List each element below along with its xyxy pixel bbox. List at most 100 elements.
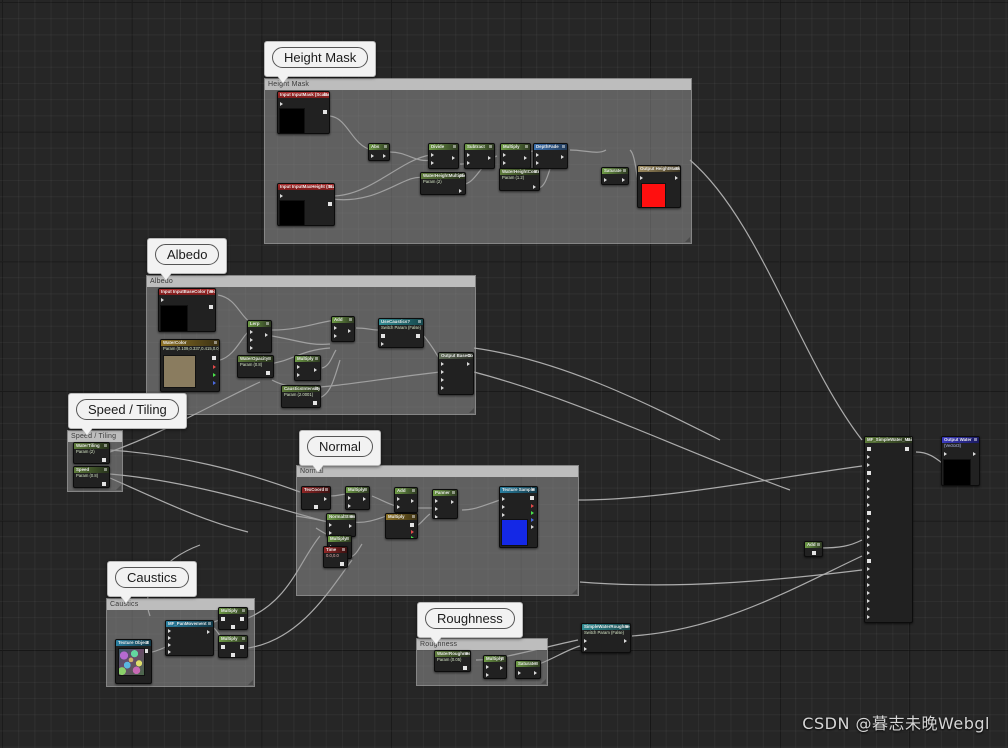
node-collapse-icon[interactable] [525, 145, 528, 148]
input-pin-14[interactable] [867, 551, 870, 555]
input-pin-9[interactable] [867, 511, 871, 516]
node-texcoord[interactable]: TexCoord [301, 486, 331, 510]
output-pin[interactable] [240, 617, 244, 622]
input-pin-a[interactable] [536, 153, 539, 157]
input-pin-a[interactable] [467, 153, 470, 157]
input-pin[interactable] [280, 194, 283, 198]
input-pin-1[interactable] [168, 629, 171, 633]
output-pin[interactable] [102, 481, 106, 486]
node-multiply-roughness[interactable]: Multiply [483, 655, 507, 679]
input-pin-a[interactable] [397, 497, 400, 501]
node-causticsintensity[interactable]: CausticsIntensity Param (2.0001) [281, 385, 321, 408]
input-pin[interactable] [161, 298, 164, 302]
input-pin[interactable] [944, 451, 947, 456]
node-multiply-hm[interactable]: Multiply [500, 143, 531, 169]
node-subtract[interactable]: Subtract [464, 143, 495, 169]
node-collapse-icon[interactable] [210, 290, 213, 293]
output-pin[interactable] [324, 497, 327, 501]
node-collapse-icon[interactable] [350, 515, 353, 518]
input-pin-3[interactable] [867, 463, 870, 467]
output-pin[interactable] [102, 457, 106, 462]
output-pin[interactable] [383, 154, 386, 158]
node-watertiling[interactable]: WaterTiling Param (2) [73, 442, 110, 464]
node-collapse-icon[interactable] [460, 174, 463, 177]
node-collapse-icon[interactable] [501, 657, 504, 660]
resize-grip[interactable] [685, 237, 690, 242]
resize-grip[interactable] [541, 679, 546, 684]
node-waterheightcontrast[interactable]: WaterHeightContrast Param (1.2) [499, 168, 540, 191]
input-pin[interactable] [441, 362, 444, 366]
input-pin-5[interactable] [867, 479, 870, 483]
node-mf-panmovement[interactable]: MF_PanMovement [165, 620, 214, 656]
node-waterroughness-param[interactable]: WaterRoughness Param (0.05) [434, 650, 471, 672]
node-collapse-icon[interactable] [315, 387, 318, 390]
input-pin-coord[interactable] [435, 499, 438, 503]
node-collapse-icon[interactable] [104, 444, 107, 447]
input-pin-speed[interactable] [435, 515, 438, 518]
output-pin[interactable] [323, 110, 327, 115]
input-pin-17[interactable] [867, 575, 870, 579]
resize-grip[interactable] [248, 680, 253, 685]
node-output-water[interactable]: Output Water (Vector3) [941, 436, 980, 486]
input-pin-a[interactable] [221, 617, 225, 622]
output-pin[interactable] [328, 202, 332, 207]
input-pin-12[interactable] [867, 535, 870, 539]
node-collapse-icon[interactable] [266, 322, 269, 325]
node-collapse-icon[interactable] [465, 652, 468, 655]
node-divide[interactable]: Divide [428, 143, 459, 169]
input-pin-time[interactable] [435, 507, 438, 511]
input-pin-b[interactable] [503, 161, 506, 165]
input-pin-a[interactable] [250, 330, 253, 334]
node-wateropacity[interactable]: WaterOpacity Param (0.8) [237, 355, 274, 378]
input-pin-b[interactable] [536, 161, 539, 165]
extra-pin[interactable] [314, 505, 318, 509]
input-pin-16[interactable] [867, 567, 870, 571]
node-collapse-icon[interactable] [146, 641, 149, 644]
node-collapse-icon[interactable] [562, 145, 565, 148]
input-pin-b[interactable] [334, 334, 337, 338]
input-pin-b[interactable] [431, 161, 434, 165]
output-pin[interactable] [905, 447, 909, 452]
callout-speed-tiling[interactable]: Speed / Tiling [68, 393, 187, 435]
input-pin-6[interactable] [867, 487, 870, 491]
callout-albedo[interactable]: Albedo [147, 238, 228, 280]
output-pin[interactable] [240, 645, 244, 650]
output-pin[interactable] [207, 630, 210, 634]
node-collapse-icon[interactable] [315, 357, 318, 360]
output-pin-rgb[interactable] [212, 355, 216, 360]
node-waterheightmultiplier[interactable]: WaterHeightMultiplier Param (2) [420, 172, 466, 195]
input-pin-15[interactable] [867, 559, 871, 564]
input-pin-b[interactable] [584, 646, 587, 651]
node-depthfade[interactable]: DepthFade [533, 143, 568, 169]
output-pin-a[interactable] [531, 525, 534, 529]
node-simplewaterroughness-switch[interactable]: SimpleWaterRoughness? Switch Param (Fals… [581, 623, 631, 653]
node-saturate-hm[interactable]: Saturate [601, 167, 629, 185]
node-collapse-icon[interactable] [324, 93, 327, 96]
node-collapse-icon[interactable] [349, 318, 352, 321]
input-pin[interactable] [371, 154, 374, 158]
input-pin-b[interactable] [467, 161, 470, 165]
node-normalstrength-param[interactable]: Multiply [385, 513, 418, 539]
output-pin[interactable] [675, 176, 678, 180]
node-collapse-icon[interactable] [468, 354, 471, 357]
node-abs[interactable]: Abs [368, 143, 390, 161]
node-watercolor[interactable]: WaterColor Param (0.109,0.337,0.415,0.0) [160, 339, 220, 392]
node-collapse-icon[interactable] [675, 167, 678, 170]
node-collapse-icon[interactable] [489, 145, 492, 148]
node-time[interactable]: Time 0.0,0.0 [323, 546, 348, 568]
output-pin-r[interactable] [213, 364, 216, 369]
input-pin-a[interactable] [329, 523, 332, 527]
node-collapse-icon[interactable] [412, 515, 415, 518]
input-pin-a[interactable] [503, 153, 506, 157]
node-collapse-icon[interactable] [907, 438, 910, 441]
output-pin[interactable] [463, 665, 467, 670]
output-pin[interactable] [266, 370, 270, 375]
output-pin[interactable] [459, 188, 462, 193]
resize-grip[interactable] [572, 589, 577, 594]
output-pin[interactable] [313, 400, 317, 405]
input-pin[interactable] [518, 671, 521, 675]
node-add-normal[interactable]: Add [394, 487, 418, 513]
node-multiply-caustics-1[interactable]: Multiply [218, 607, 248, 630]
output-pin[interactable] [534, 671, 537, 675]
node-texture-sample-normal[interactable]: Texture Sample [499, 486, 538, 548]
